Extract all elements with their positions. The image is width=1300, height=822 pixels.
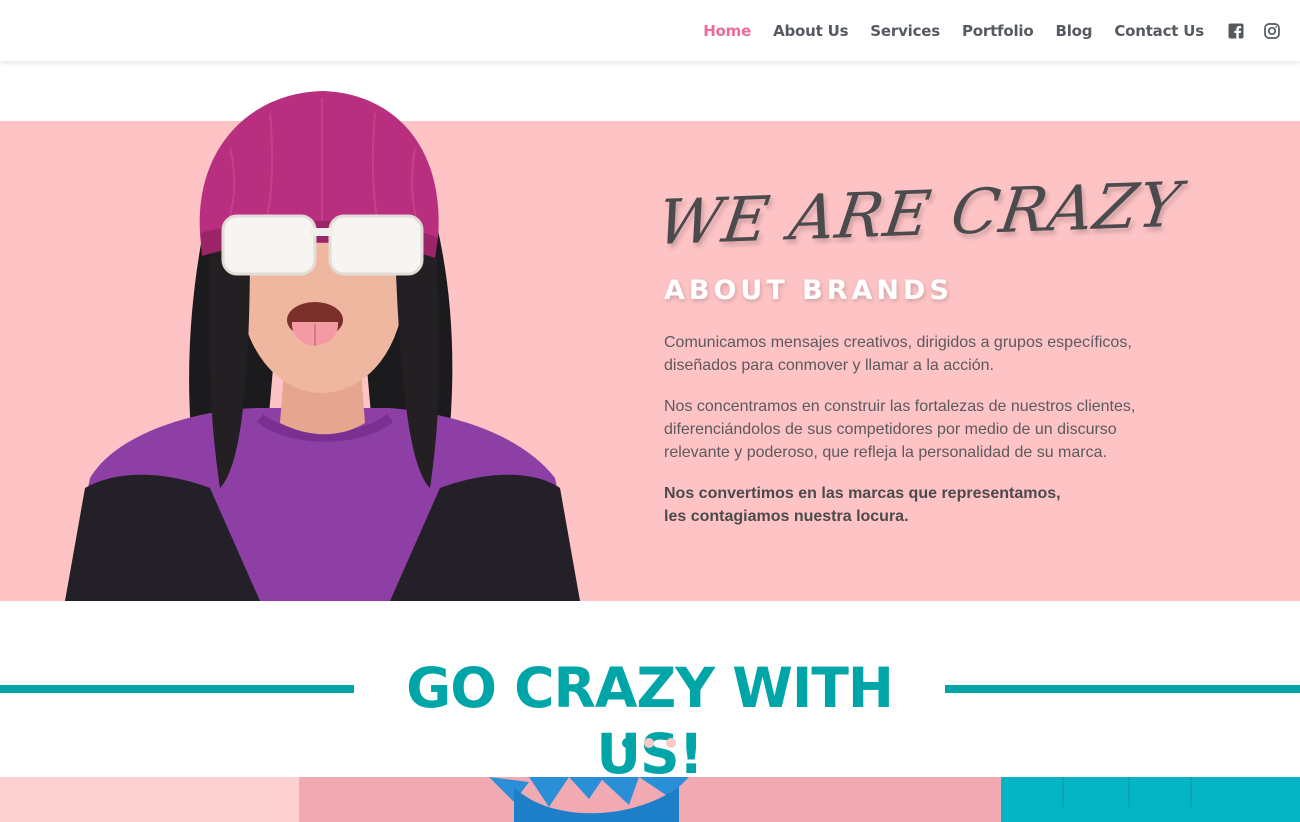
go-crazy-heading-row: GO CRAZY WITH US! [0,655,1300,786]
hero-text-block: WE ARE CRAZY ABOUT BRANDS Comunicamos me… [653,168,1186,528]
hero-paragraph-2: Nos concentramos en construir las fortal… [664,398,1136,461]
gallery-tile-1[interactable] [0,777,299,822]
site-header: Home About Us Services Portfolio Blog Co… [0,0,1300,61]
nav-about-us[interactable]: About Us [773,22,848,40]
instagram-icon[interactable] [1264,22,1280,39]
heading-divider-left [0,685,354,693]
facebook-icon[interactable] [1228,23,1244,39]
nav-contact-us[interactable]: Contact Us [1114,22,1204,40]
slider-dots [622,738,688,748]
gallery-tile-2[interactable] [299,777,1001,822]
nav-blog[interactable]: Blog [1055,22,1092,40]
hero-subtitle: ABOUT BRANDS [664,275,953,306]
nav-home[interactable]: Home [703,22,751,40]
slider-dot-3[interactable] [666,738,676,748]
nav-portfolio[interactable]: Portfolio [962,22,1034,40]
hero-bold-line-2: les contagiamos nuestra locura. [664,508,909,525]
go-crazy-title: GO CRAZY WITH US! [406,656,894,786]
hero-paragraph-1: Comunicamos mensajes creativos, dirigido… [664,334,1132,374]
hero-bold-line-1: Nos convertimos en las marcas que repres… [664,485,1061,502]
nav-services[interactable]: Services [870,22,940,40]
social-links [1228,22,1300,39]
main-nav: Home About Us Services Portfolio Blog Co… [703,0,1300,61]
hero-model-image [60,88,585,601]
slider-dot-2[interactable] [644,738,654,748]
gallery-tile-3[interactable] [1001,777,1300,822]
slider-dot-1[interactable] [622,738,632,748]
heading-divider-right [945,685,1300,693]
hero-bold-statement: Nos convertimos en las marcas que repres… [664,482,1164,528]
